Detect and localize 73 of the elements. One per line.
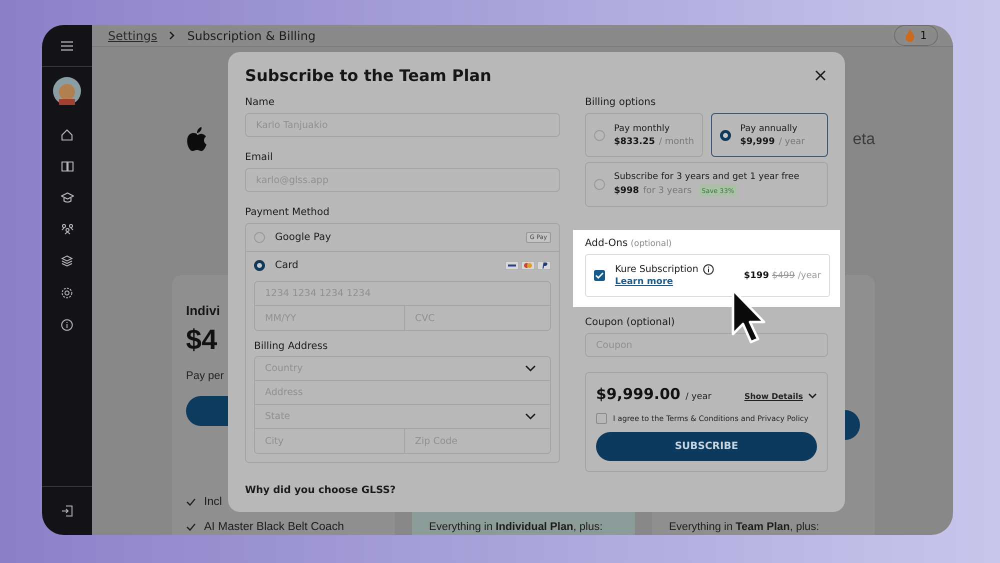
plan-title: Indivi — [186, 303, 220, 318]
total-price: $9,999.00 — [596, 385, 680, 403]
checkbox[interactable] — [596, 413, 607, 424]
chevron-down-icon — [525, 365, 536, 372]
question-label: Why did you choose GLSS? — [245, 485, 397, 496]
price-period: /year — [798, 270, 821, 280]
billing-option[interactable]: Pay monthly $833.25 / month — [585, 113, 704, 157]
plan-blurb: Everything in Team Plan, plus: — [669, 521, 820, 533]
book-icon[interactable] — [60, 161, 74, 172]
people-icon[interactable] — [60, 223, 74, 235]
option-price: $833.25 — [614, 136, 655, 146]
option-title: Subscribe for 3 years and get 1 year free — [614, 172, 800, 182]
show-details-link[interactable]: Show Details — [744, 392, 803, 401]
field-label: Email — [245, 152, 274, 163]
apple-logo — [186, 127, 208, 153]
plan-blurb: Everything in Individual Plan, plus: — [429, 521, 603, 533]
field-label: Coupon (optional) — [585, 317, 676, 328]
info-icon[interactable] — [61, 319, 73, 331]
chevron-right-icon — [169, 31, 176, 40]
addon-price: $199 — [744, 270, 769, 280]
check-icon — [186, 523, 196, 531]
option-price: $9,999 — [740, 136, 775, 146]
old-price: $499 — [772, 270, 795, 280]
avatar[interactable] — [53, 77, 81, 105]
home-icon[interactable] — [61, 129, 73, 141]
payment-option-label: Card — [275, 260, 300, 271]
field-label: Billing options — [585, 97, 657, 108]
check-icon — [186, 498, 196, 506]
settings-icon[interactable] — [61, 287, 73, 299]
billing-option[interactable]: Pay annually $9,999 / year — [711, 113, 828, 157]
card-logo-icon — [505, 261, 519, 270]
streak-badge[interactable]: 1 — [894, 25, 938, 46]
chevron-down-icon — [525, 413, 536, 420]
logout-icon[interactable] — [61, 505, 73, 517]
layers-icon[interactable] — [61, 255, 73, 267]
total-period: / year — [685, 392, 712, 402]
graduation-cap-icon[interactable] — [60, 192, 74, 203]
radio-button[interactable] — [594, 130, 605, 140]
option-price: $998 — [614, 186, 640, 196]
field-label: Name — [245, 97, 276, 108]
breadcrumb-current: Subscription & Billing — [187, 28, 316, 42]
radio-button[interactable] — [254, 260, 265, 271]
plan-note: Pay per — [186, 370, 224, 382]
field-label: Add-Ons — [585, 238, 628, 249]
close-icon[interactable] — [815, 70, 826, 81]
subscribe-button[interactable]: SUBSCRIBE — [596, 432, 817, 461]
payment-option-label: Google Pay — [275, 232, 332, 243]
card-logo-icon — [521, 261, 535, 270]
radio-button[interactable] — [594, 179, 605, 190]
option-period: / year — [778, 136, 805, 146]
feature-text: Incl — [204, 496, 222, 508]
option-period: for 3 years — [643, 186, 692, 196]
breadcrumb-link[interactable]: Settings — [108, 28, 158, 42]
card-logo-icon — [537, 261, 551, 270]
feature-text: AI Master Black Belt Coach — [204, 521, 344, 533]
plan-price: $4 — [186, 324, 218, 356]
checkbox[interactable] — [594, 270, 605, 281]
option-title: Pay monthly — [614, 124, 671, 134]
option-period: / month — [659, 136, 694, 146]
company-logo-text: eta — [852, 131, 875, 149]
optional-hint: (optional) — [630, 239, 672, 249]
info-icon[interactable] — [703, 264, 714, 275]
radio-button[interactable] — [254, 232, 265, 243]
option-title: Pay annually — [740, 124, 798, 134]
chevron-down-icon — [808, 393, 817, 399]
addon-name: Kure Subscription — [615, 264, 698, 275]
dialog-title: Subscribe to the Team Plan — [245, 66, 492, 85]
menu-icon[interactable] — [61, 40, 73, 50]
radio-button[interactable] — [720, 130, 732, 140]
field-label: Payment Method — [245, 207, 330, 218]
flame-icon — [905, 29, 915, 42]
field-label: Billing Address — [254, 341, 329, 352]
learn-more-link[interactable]: Learn more — [615, 277, 734, 287]
